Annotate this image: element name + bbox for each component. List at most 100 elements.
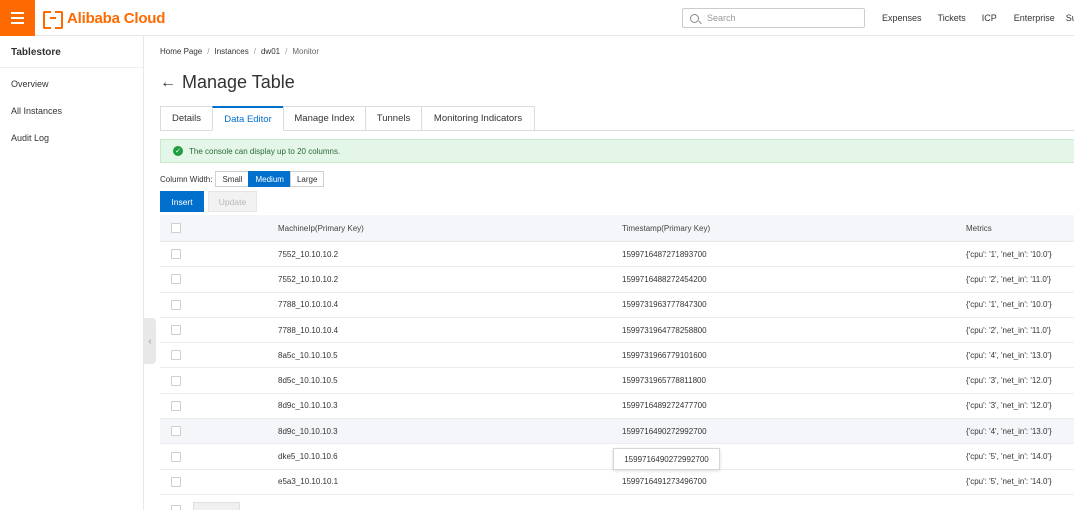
cell-metrics: {'cpu': '4', 'net_in': '13.0'} [966,350,1052,360]
table-row[interactable]: 7788_10.10.10.4 1599731963777847300 {'cpu'… [160,292,1074,318]
insert-button[interactable]: Insert [160,191,204,212]
row-checkbox[interactable] [171,375,181,386]
row-checkbox[interactable] [171,476,181,487]
nav-icp[interactable]: ICP [982,13,997,23]
alibaba-logo-icon [43,11,63,29]
tab-monitoring-indicators[interactable]: Monitoring Indicators [421,106,535,131]
hamburger-menu-icon[interactable] [0,0,35,36]
column-width-label: Column Width: [160,174,213,184]
search-input[interactable] [707,13,857,23]
breadcrumb-instances[interactable]: Instances [214,47,248,56]
table-row[interactable]: 8d9c_10.10.10.3 1599716489272477700 {'cpu'… [160,393,1074,420]
column-header-machineip: MachineIp(Primary Key) [278,223,364,233]
sidebar-item-overview[interactable]: Overview [11,79,49,89]
nav-tickets[interactable]: Tickets [938,13,966,23]
breadcrumb-home[interactable]: Home Page [160,47,202,56]
cell-machineip: 8d5c_10.10.10.5 [278,376,338,386]
column-width-control: Column Width: Small Medium Large [160,171,325,187]
cell-timestamp: 1599731966779101600 [622,350,707,360]
column-width-large[interactable]: Large [289,171,325,187]
sidebar-collapse-handle[interactable]: ‹ [144,318,156,364]
sidebar-item-audit-log[interactable]: Audit Log [11,133,49,143]
column-header-timestamp: Timestamp(Primary Key) [622,223,711,233]
brand-logo[interactable]: Alibaba Cloud [43,9,166,29]
chevron-left-icon: ‹ [148,335,152,347]
cell-machineip: 8d9c_10.10.10.3 [278,426,338,436]
breadcrumb: Home Page / Instances / dw01/Monitor [160,47,320,56]
row-checkbox[interactable] [171,325,181,336]
footer-button[interactable] [193,502,240,510]
tab-data-editor[interactable]: Data Editor [212,106,283,131]
page-title-row: ← Manage Table [160,72,295,93]
row-checkbox[interactable] [171,451,181,462]
cell-machineip: 8d9c_10.10.10.3 [278,401,338,411]
cell-metrics: {'cpu': '5', 'net_in': '14.0'} [966,477,1052,487]
search-icon [690,13,699,23]
table-row[interactable]: 8d9c_10.10.10.3 1599716490272992700 {'cpu'… [160,419,1074,445]
table-row[interactable]: 7552_10.10.10.2 1599716487271893700 {'cpu'… [160,242,1074,268]
tab-bar: Details Data Editor Manage Index Tunnels… [160,106,535,131]
cell-timestamp: 1599731964778258800 [622,325,707,335]
cell-timestamp: 1599716489272477700 [622,401,707,411]
cell-machineip: e5a3_10.10.10.1 [278,477,339,487]
search-box[interactable] [682,8,865,28]
cell-metrics: {'cpu': '1', 'net_in': '10.0'} [966,249,1052,259]
cell-timestamp: 1599716487271893700 [622,249,707,259]
row-checkbox[interactable] [171,426,181,437]
cell-metrics: {'cpu': '3', 'net_in': '12.0'} [966,376,1052,386]
table-row[interactable]: 7788_10.10.10.4 1599731964778258800 {'cpu'… [160,317,1074,344]
table-row[interactable]: e5a3_10.10.10.1 1599716491273496700 {'cpu'… [160,469,1074,495]
sidebar: Tablestore Overview All Instances Audit … [0,36,144,510]
alert-text: The console can display up to 20 columns… [189,146,341,156]
cell-timestamp: 1599731965778811800 [622,376,706,386]
back-arrow-icon[interactable]: ← [160,74,176,91]
cell-machineip: 7552_10.10.10.2 [278,249,339,259]
column-width-selector: Small Medium Large [215,171,325,187]
cell-machineip: dke5_10.10.10.6 [278,452,338,462]
nav-support[interactable]: Su [1066,13,1074,23]
column-width-small[interactable]: Small [215,171,249,187]
cell-timestamp: 1599731963777847300 [622,300,707,310]
breadcrumb-current: Monitor [292,47,320,56]
table-row[interactable]: 8a5c_10.10.10.5 1599731966779101600 {'cpu'… [160,343,1074,369]
table-row[interactable]: 7552_10.10.10.2 1599716488272454200 {'cpu'… [160,267,1074,293]
check-circle-icon: ✓ [173,146,183,156]
tab-tunnels[interactable]: Tunnels [365,106,421,131]
table-row[interactable]: 8d5c_10.10.10.5 1599731965778811800 {'cpu'… [160,368,1074,394]
row-checkbox[interactable] [171,400,181,411]
row-checkbox[interactable] [171,249,181,260]
cell-tooltip: 1599716490272992700 [613,448,720,470]
cell-metrics: {'cpu': '5', 'net_in': '14.0'} [966,452,1052,462]
footer-checkbox[interactable] [171,505,181,510]
tab-divider [535,130,1074,131]
cell-metrics: {'cpu': '1', 'net_in': '10.0'} [966,300,1052,310]
cell-machineip: 8a5c_10.10.10.5 [278,350,338,360]
sidebar-item-all-instances[interactable]: All Instances [11,106,62,116]
row-checkbox[interactable] [171,350,181,361]
tab-details[interactable]: Details [160,106,212,131]
cell-timestamp: 1599716490272992700 [622,426,707,436]
cell-metrics: {'cpu': '3', 'net_in': '12.0'} [966,401,1052,411]
select-all-checkbox[interactable] [171,223,181,233]
tab-manage-index[interactable]: Manage Index [283,106,365,131]
cell-machineip: 7552_10.10.10.2 [278,274,339,284]
cell-timestamp: 1599716488272454200 [622,274,707,284]
cell-machineip: 7788_10.10.10.4 [278,300,339,310]
cell-timestamp: 1599716491273496700 [622,477,707,487]
row-checkbox[interactable] [171,274,181,285]
top-bar: Alibaba Cloud Expenses Tickets ICP Enter… [0,0,1074,36]
page-title: Manage Table [182,72,295,92]
row-checkbox[interactable] [171,299,181,310]
sidebar-title: Tablestore [0,36,143,68]
cell-metrics: {'cpu': '4', 'net_in': '13.0'} [966,426,1052,436]
top-nav: Expenses Tickets ICP Enterprise Su [882,0,1074,36]
column-header-metrics: Metrics [966,223,992,233]
breadcrumb-instance[interactable]: dw01 [261,47,280,56]
nav-expenses[interactable]: Expenses [882,13,922,23]
cell-metrics: {'cpu': '2', 'net_in': '11.0'} [966,325,1052,335]
cell-metrics: {'cpu': '2', 'net_in': '11.0'} [966,274,1052,284]
update-button[interactable]: Update [208,191,257,212]
column-width-medium[interactable]: Medium [248,171,290,187]
nav-enterprise[interactable]: Enterprise [1014,13,1055,23]
brand-name: Alibaba Cloud [67,9,166,27]
